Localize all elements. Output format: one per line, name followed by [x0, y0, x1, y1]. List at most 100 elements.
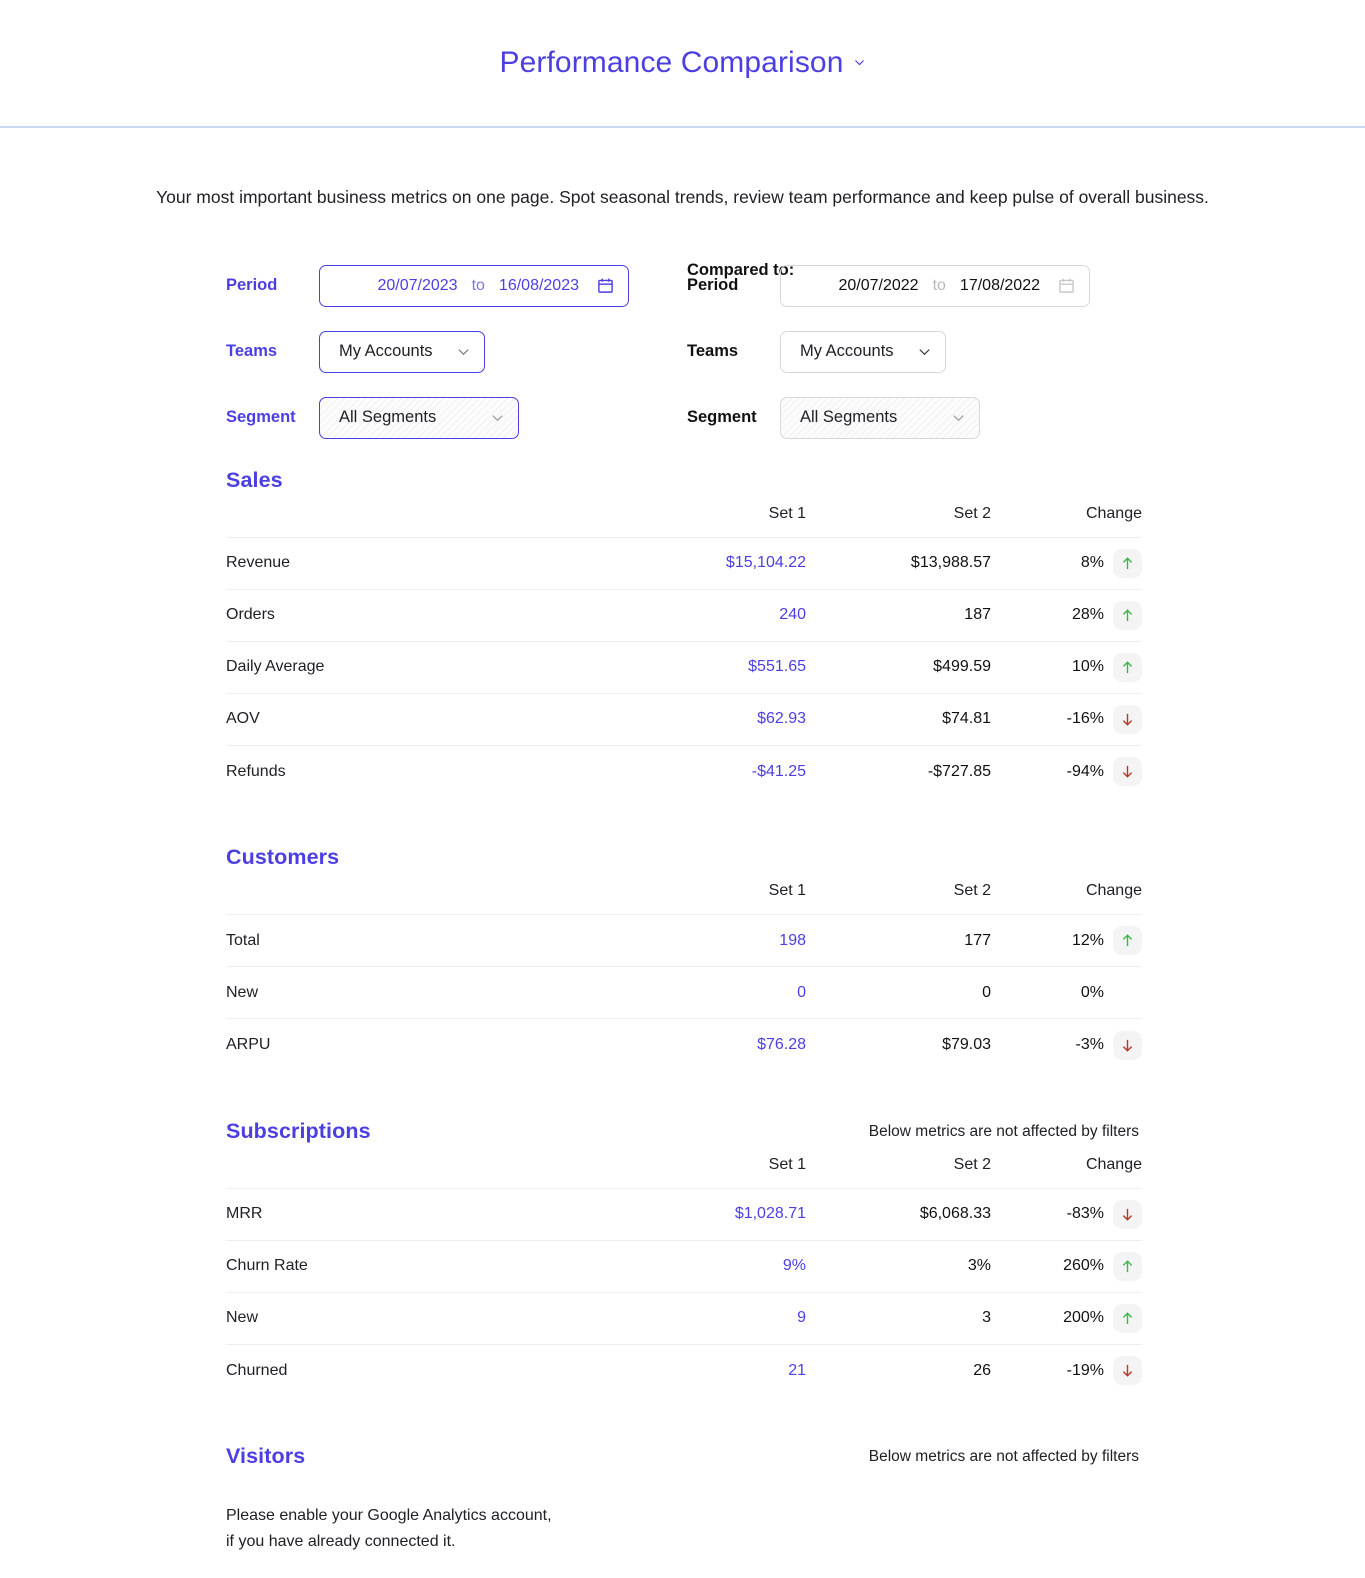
table-row: Revenue $15,104.22 $13,988.57 8% — [226, 537, 1142, 589]
comparison-teams-row: Teams My Accounts — [687, 319, 1090, 385]
column-header-set2: Set 2 — [953, 504, 991, 522]
metric-name: New — [226, 1309, 259, 1327]
arrow-up-icon — [1113, 652, 1142, 682]
metric-name: Total — [226, 931, 260, 949]
table-row: MRR $1,028.71 $6,068.33 -83% — [226, 1188, 1142, 1240]
metric-change-value: 0% — [1080, 983, 1104, 1001]
column-header-metric — [226, 882, 566, 915]
change-wrapper: 260% — [991, 1251, 1142, 1281]
primary-teams-select[interactable]: My Accounts — [319, 330, 485, 373]
primary-filter-column: Period 20/07/2023 to 16/08/2023 Teams My… — [226, 253, 629, 451]
metric-set1-value: 9% — [782, 1257, 806, 1275]
metric-set2-value: $499.59 — [933, 658, 991, 676]
comparison-period-daterange[interactable]: 20/07/2022 to 17/08/2022 — [780, 264, 1090, 307]
metric-name: Refunds — [226, 762, 286, 780]
metric-set2-value: -$727.85 — [927, 762, 991, 780]
chevron-down-icon[interactable] — [951, 410, 966, 425]
primary-teams-row: Teams My Accounts — [226, 319, 629, 385]
metric-set1-value: -$41.25 — [751, 762, 806, 780]
table-row: New 9 3 200% — [226, 1292, 1142, 1344]
table-row: Orders 240 187 28% — [226, 589, 1142, 641]
section-title: Subscriptions — [226, 1118, 371, 1143]
arrow-up-icon — [1113, 600, 1142, 630]
section-sales: Sales Set 1 Set 2 Change Revenue $15,104.22 $1… — [226, 468, 1142, 798]
primary-period-end[interactable]: 16/08/2023 — [499, 277, 579, 295]
arrow-up-icon — [1113, 548, 1142, 578]
table-header-row: Set 1 Set 2 Change — [226, 882, 1142, 915]
visitors-section-title: Visitors — [226, 1444, 306, 1469]
comparison-teams-select[interactable]: My Accounts — [780, 330, 946, 373]
metric-change-cell: -94% — [991, 745, 1142, 797]
metric-sections: Sales Set 1 Set 2 Change Revenue $15,104.22 $1… — [0, 468, 1365, 1555]
metric-change-cell: 260% — [991, 1240, 1142, 1292]
calendar-icon[interactable] — [597, 277, 614, 294]
comparison-period-start[interactable]: 20/07/2022 — [839, 277, 919, 295]
metric-change-cell: -3% — [991, 1019, 1142, 1071]
metric-change-cell: 0% — [991, 967, 1142, 1019]
metric-change-cell: 200% — [991, 1292, 1142, 1344]
metric-change-cell: 10% — [991, 641, 1142, 693]
metric-change-value: 28% — [1071, 606, 1104, 624]
primary-segment-value: All Segments — [339, 408, 437, 427]
metric-set1-value: 21 — [788, 1361, 806, 1379]
arrow-down-icon — [1113, 757, 1142, 786]
change-wrapper: 28% — [991, 600, 1142, 630]
table-row: Daily Average $551.65 $499.59 10% — [226, 641, 1142, 693]
comparison-segment-label: Segment — [687, 408, 757, 427]
metric-name: Churn Rate — [226, 1257, 308, 1275]
primary-period-daterange[interactable]: 20/07/2023 to 16/08/2023 — [319, 264, 629, 307]
comparison-period-end[interactable]: 17/08/2022 — [960, 277, 1040, 295]
arrow-down-icon — [1113, 1030, 1142, 1060]
comparison-teams-label: Teams — [687, 342, 739, 361]
metric-set2-value: $79.03 — [942, 1036, 991, 1053]
column-header-set1: Set 1 — [768, 504, 806, 522]
chevron-down-icon[interactable] — [917, 344, 932, 359]
page-title: Performance Comparison — [499, 46, 844, 79]
arrow-up-icon — [1113, 1303, 1142, 1333]
metric-set1-value: 9 — [797, 1309, 806, 1327]
arrow-up-icon — [1113, 1251, 1142, 1281]
column-header-set1: Set 1 — [768, 882, 806, 900]
metric-name: Churned — [226, 1361, 288, 1379]
metric-name: Revenue — [226, 554, 291, 572]
chevron-down-icon[interactable] — [853, 56, 866, 69]
primary-teams-label: Teams — [226, 342, 278, 361]
metric-change-value: -3% — [1075, 1036, 1104, 1053]
primary-teams-value: My Accounts — [339, 342, 433, 361]
table-row: Churn Rate 9% 3% 260% — [226, 1240, 1142, 1292]
metric-set1-value: $15,104.22 — [725, 554, 806, 572]
metric-change-cell: 12% — [991, 915, 1142, 967]
visitors-empty-message: Please enable your Google Analytics acco… — [226, 1503, 1139, 1555]
column-header-change: Change — [1085, 1155, 1142, 1173]
comparison-period-to-label: to — [932, 276, 946, 294]
section-note: Below metrics are not affected by filter… — [868, 1122, 1139, 1140]
change-wrapper: -19% — [991, 1356, 1142, 1385]
metric-name: New — [226, 983, 259, 1001]
primary-period-start[interactable]: 20/07/2023 — [378, 277, 458, 295]
table-row: ARPU $76.28 $79.03 -3% — [226, 1018, 1142, 1071]
section-title: Customers — [226, 845, 340, 870]
primary-segment-select[interactable]: All Segments — [319, 396, 519, 439]
column-header-change: Change — [1085, 504, 1142, 522]
metric-change-value: 200% — [1063, 1309, 1104, 1327]
page-title-dropdown[interactable]: Performance Comparison — [499, 46, 865, 80]
comparison-segment-select[interactable]: All Segments — [780, 396, 980, 439]
change-wrapper: 200% — [991, 1303, 1142, 1333]
table-row: Total 198 177 12% — [226, 914, 1142, 967]
metric-change-value: -16% — [1066, 710, 1104, 728]
section-header: Subscriptions Below metrics are not affec… — [226, 1119, 1139, 1156]
table-header-row: Set 1 Set 2 Change — [226, 505, 1142, 538]
comparison-filter-column: Period 20/07/2022 to 17/08/2022 Teams My… — [687, 253, 1090, 451]
table-row: AOV $62.93 $74.81 -16% — [226, 693, 1142, 745]
change-wrapper: 8% — [991, 548, 1142, 578]
metrics-table: Set 1 Set 2 Change MRR $1,028.71 $6,068.33 -83… — [226, 1156, 1142, 1397]
chevron-down-icon[interactable] — [490, 410, 505, 425]
change-wrapper: -16% — [991, 704, 1142, 734]
arrow-down-icon — [1113, 1199, 1142, 1229]
metric-change-cell: 28% — [991, 589, 1142, 641]
comparison-teams-value: My Accounts — [800, 342, 894, 361]
chevron-down-icon[interactable] — [456, 344, 471, 359]
visitors-section-header: Visitors Below metrics are not affected … — [226, 1444, 1139, 1481]
comparison-period-label: Period — [687, 276, 739, 295]
calendar-icon[interactable] — [1058, 277, 1075, 294]
